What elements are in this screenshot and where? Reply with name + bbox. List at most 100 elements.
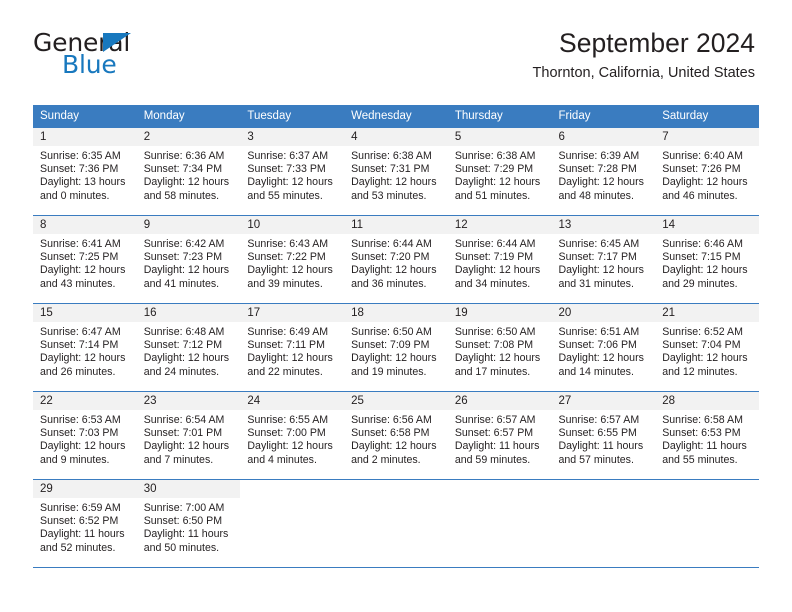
calendar-day[interactable]: 1 Sunrise: 6:35 AM Sunset: 7:36 PM Daylight… [33, 127, 137, 215]
calendar-cell: 17 Sunrise: 6:49 AM Sunset: 7:11 PM Dayligh… [240, 303, 345, 391]
day-details: Sunrise: 6:38 AM Sunset: 7:29 PM Daylight:… [448, 146, 552, 203]
daylight-text-line1: Daylight: 12 hours [351, 264, 437, 277]
daylight-text-line2: and 2 minutes. [351, 453, 421, 466]
calendar-day[interactable]: 24 Sunrise: 6:55 AM Sunset: 7:00 PM Dayligh… [240, 391, 345, 479]
sunrise-text: Sunrise: 6:47 AM [40, 326, 121, 338]
day-details: Sunrise: 6:42 AM Sunset: 7:23 PM Daylight:… [137, 234, 241, 291]
page-subtitle: Thornton, California, United States [532, 65, 755, 82]
calendar-day[interactable]: 16 Sunrise: 6:48 AM Sunset: 7:12 PM Dayligh… [136, 303, 241, 391]
sunset-text: Sunset: 7:15 PM [662, 251, 741, 264]
sunset-text: Sunset: 7:31 PM [351, 163, 430, 176]
calendar-day[interactable]: 8 Sunrise: 6:41 AM Sunset: 7:25 PM Daylight… [33, 215, 137, 303]
sunset-text: Sunset: 7:28 PM [558, 163, 637, 176]
calendar-cell: 12 Sunrise: 6:44 AM Sunset: 7:19 PM Dayligh… [447, 215, 552, 303]
calendar-day[interactable]: 21 Sunrise: 6:52 AM Sunset: 7:04 PM Dayligh… [655, 303, 759, 391]
sunset-text: Sunset: 7:25 PM [40, 251, 119, 264]
calendar-cell [551, 479, 656, 567]
day-details: Sunrise: 6:53 AM Sunset: 7:03 PM Daylight:… [33, 410, 137, 467]
calendar-cell: 19 Sunrise: 6:50 AM Sunset: 7:08 PM Dayligh… [447, 303, 552, 391]
calendar-day[interactable]: 15 Sunrise: 6:47 AM Sunset: 7:14 PM Dayligh… [33, 303, 137, 391]
sunrise-text: Sunrise: 6:44 AM [351, 238, 432, 250]
day-details: Sunrise: 6:59 AM Sunset: 6:52 PM Daylight:… [33, 498, 137, 555]
calendar-cell [655, 479, 759, 567]
calendar-cell: 1 Sunrise: 6:35 AM Sunset: 7:36 PM Daylight… [33, 127, 137, 215]
calendar-day[interactable]: 28 Sunrise: 6:58 AM Sunset: 6:53 PM Dayligh… [655, 391, 759, 479]
daylight-text-line2: and 51 minutes. [454, 189, 531, 202]
calendar-day[interactable]: 27 Sunrise: 6:57 AM Sunset: 6:55 PM Dayligh… [551, 391, 656, 479]
calendar-day[interactable]: 12 Sunrise: 6:44 AM Sunset: 7:19 PM Dayligh… [447, 215, 552, 303]
day-number [240, 480, 345, 498]
calendar-week-row: 1 Sunrise: 6:35 AM Sunset: 7:36 PM Daylight… [33, 127, 759, 215]
daylight-text-line2: and 52 minutes. [40, 541, 116, 554]
day-number [447, 480, 552, 498]
calendar-day[interactable]: 22 Sunrise: 6:53 AM Sunset: 7:03 PM Dayligh… [33, 391, 137, 479]
day-number: 17 [240, 304, 345, 322]
calendar-day[interactable]: 25 Sunrise: 6:56 AM Sunset: 6:58 PM Dayligh… [344, 391, 448, 479]
calendar-day-empty [240, 479, 345, 567]
calendar-day[interactable]: 5 Sunrise: 6:38 AM Sunset: 7:29 PM Daylight… [447, 127, 552, 215]
calendar-day[interactable]: 29 Sunrise: 6:59 AM Sunset: 6:52 PM Dayligh… [33, 479, 137, 567]
calendar-day[interactable]: 10 Sunrise: 6:43 AM Sunset: 7:22 PM Dayligh… [240, 215, 345, 303]
day-number: 15 [33, 304, 137, 322]
calendar-day[interactable]: 9 Sunrise: 6:42 AM Sunset: 7:23 PM Daylight… [136, 215, 241, 303]
calendar-day[interactable]: 23 Sunrise: 6:54 AM Sunset: 7:01 PM Dayligh… [136, 391, 241, 479]
generalblue-logo: General Blue [33, 30, 213, 82]
daylight-text-line1: Daylight: 12 hours [143, 352, 230, 365]
day-number: 4 [344, 128, 448, 146]
daylight-text-line1: Daylight: 12 hours [662, 352, 748, 365]
calendar-day[interactable]: 4 Sunrise: 6:38 AM Sunset: 7:31 PM Daylight… [344, 127, 448, 215]
daylight-text-line2: and 53 minutes. [351, 189, 427, 202]
weekday-header-tuesday: Tuesday [240, 105, 345, 127]
daylight-text-line1: Daylight: 11 hours [558, 440, 644, 453]
weekday-header-saturday: Saturday [655, 105, 759, 127]
day-number [655, 480, 759, 498]
calendar-day[interactable]: 3 Sunrise: 6:37 AM Sunset: 7:33 PM Daylight… [240, 127, 345, 215]
day-number: 13 [551, 216, 656, 234]
day-number: 7 [655, 128, 759, 146]
day-number: 2 [136, 128, 241, 146]
sunrise-text: Sunrise: 6:55 AM [247, 414, 329, 426]
day-number: 27 [551, 392, 656, 410]
day-details: Sunrise: 6:45 AM Sunset: 7:17 PM Daylight:… [552, 234, 656, 291]
sunrise-text: Sunrise: 6:58 AM [662, 414, 743, 426]
weekday-header-thursday: Thursday [447, 105, 552, 127]
calendar-cell: 2 Sunrise: 6:36 AM Sunset: 7:34 PM Daylight… [136, 127, 241, 215]
sunrise-text: Sunrise: 6:48 AM [143, 326, 225, 338]
calendar-day[interactable]: 17 Sunrise: 6:49 AM Sunset: 7:11 PM Dayligh… [240, 303, 345, 391]
sunset-text: Sunset: 6:50 PM [143, 515, 223, 528]
sunset-text: Sunset: 7:17 PM [558, 251, 637, 264]
calendar-day[interactable]: 6 Sunrise: 6:39 AM Sunset: 7:28 PM Daylight… [551, 127, 656, 215]
sunrise-text: Sunrise: 6:57 AM [454, 414, 536, 426]
calendar-day[interactable]: 20 Sunrise: 6:51 AM Sunset: 7:06 PM Dayligh… [551, 303, 656, 391]
day-details: Sunrise: 6:44 AM Sunset: 7:19 PM Daylight:… [448, 234, 552, 291]
calendar-container: Sunday Monday Tuesday Wednesday Thursday… [33, 105, 759, 568]
calendar-day[interactable]: 13 Sunrise: 6:45 AM Sunset: 7:17 PM Dayligh… [551, 215, 656, 303]
calendar-day[interactable]: 11 Sunrise: 6:44 AM Sunset: 7:20 PM Dayligh… [344, 215, 448, 303]
daylight-text-line1: Daylight: 12 hours [247, 440, 333, 453]
sunset-text: Sunset: 7:20 PM [351, 251, 430, 264]
calendar-cell: 27 Sunrise: 6:57 AM Sunset: 6:55 PM Dayligh… [551, 391, 656, 479]
sunset-text: Sunset: 7:23 PM [143, 251, 223, 264]
daylight-text-line1: Daylight: 12 hours [558, 352, 644, 365]
calendar-day[interactable]: 30 Sunrise: 7:00 AM Sunset: 6:50 PM Dayligh… [136, 479, 241, 567]
calendar-cell: 15 Sunrise: 6:47 AM Sunset: 7:14 PM Dayligh… [33, 303, 137, 391]
calendar-cell: 9 Sunrise: 6:42 AM Sunset: 7:23 PM Daylight… [136, 215, 241, 303]
calendar-day[interactable]: 26 Sunrise: 6:57 AM Sunset: 6:57 PM Dayligh… [447, 391, 552, 479]
calendar-day[interactable]: 2 Sunrise: 6:36 AM Sunset: 7:34 PM Daylight… [136, 127, 241, 215]
logo-text-blue: Blue [62, 50, 117, 79]
daylight-text-line1: Daylight: 12 hours [40, 264, 126, 277]
sunrise-text: Sunrise: 6:36 AM [143, 150, 225, 162]
sunrise-text: Sunrise: 6:38 AM [351, 150, 432, 162]
daylight-text-line2: and 43 minutes. [40, 277, 116, 290]
calendar-cell: 11 Sunrise: 6:44 AM Sunset: 7:20 PM Dayligh… [344, 215, 448, 303]
sunset-text: Sunset: 7:01 PM [143, 427, 223, 440]
calendar-cell: 7 Sunrise: 6:40 AM Sunset: 7:26 PM Daylight… [655, 127, 759, 215]
day-details: Sunrise: 6:50 AM Sunset: 7:08 PM Daylight:… [448, 322, 552, 379]
calendar-day[interactable]: 19 Sunrise: 6:50 AM Sunset: 7:08 PM Dayligh… [447, 303, 552, 391]
sunrise-text: Sunrise: 6:46 AM [662, 238, 743, 250]
calendar-day[interactable]: 7 Sunrise: 6:40 AM Sunset: 7:26 PM Daylight… [655, 127, 759, 215]
calendar-cell: 28 Sunrise: 6:58 AM Sunset: 6:53 PM Dayligh… [655, 391, 759, 479]
sunset-text: Sunset: 7:12 PM [143, 339, 223, 352]
calendar-day[interactable]: 18 Sunrise: 6:50 AM Sunset: 7:09 PM Dayligh… [344, 303, 448, 391]
calendar-day[interactable]: 14 Sunrise: 6:46 AM Sunset: 7:15 PM Dayligh… [655, 215, 759, 303]
